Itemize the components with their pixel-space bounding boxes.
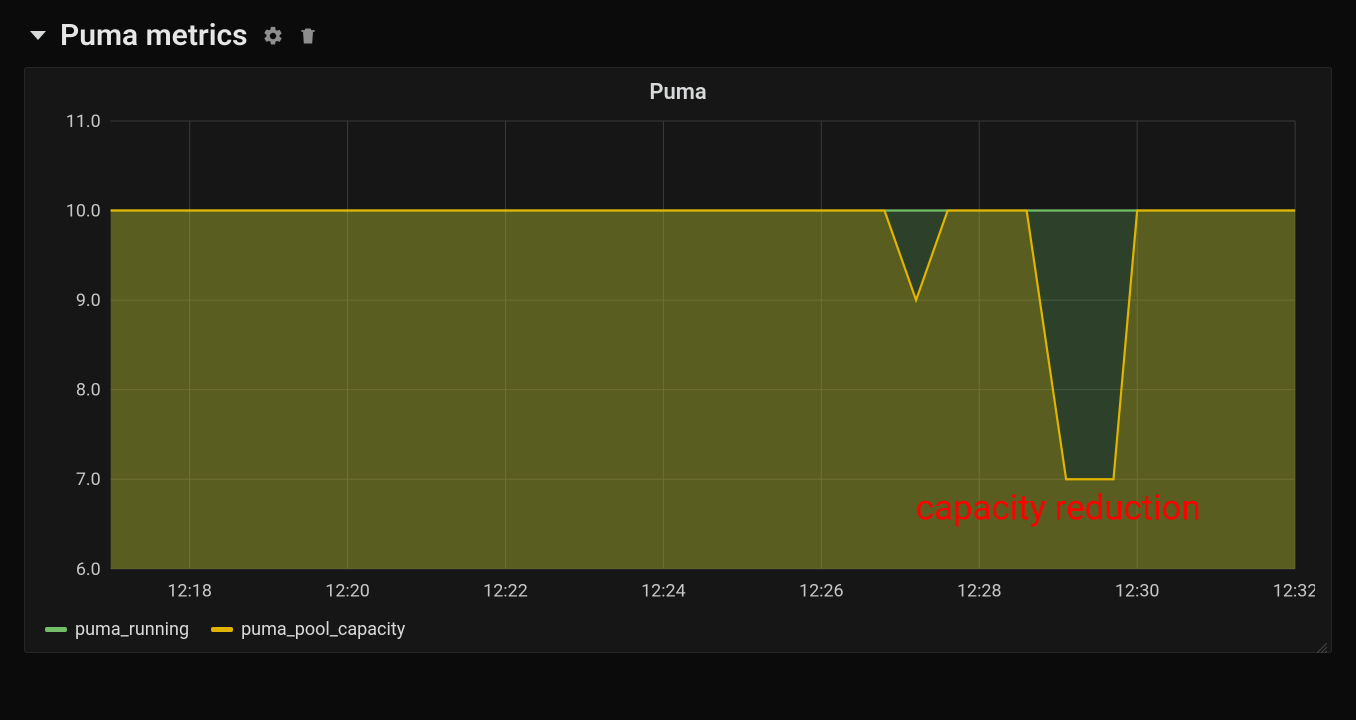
svg-text:11.0: 11.0 (66, 111, 101, 132)
chart-area[interactable]: 6.0 7.0 8.0 9.0 10.0 11.0 12:18 12:20 12:22 12:24… (41, 111, 1315, 609)
legend-label: puma_pool_capacity (241, 619, 405, 640)
svg-text:6.0: 6.0 (76, 559, 101, 580)
legend-item-puma-running[interactable]: puma_running (45, 619, 189, 640)
svg-text:12:26: 12:26 (799, 581, 844, 602)
gear-icon[interactable] (262, 25, 284, 47)
chart-panel: Puma 6.0 7.0 8.0 9.0 10.0 11.0 12:18 12:20 12:22… (24, 67, 1332, 653)
svg-text:12:18: 12:18 (167, 581, 212, 602)
svg-text:12:30: 12:30 (1115, 581, 1160, 602)
chevron-down-icon[interactable] (30, 31, 46, 40)
svg-text:capacity reduction: capacity reduction (916, 488, 1201, 529)
svg-text:7.0: 7.0 (76, 469, 101, 490)
legend: puma_running puma_pool_capacity (41, 609, 1315, 644)
chart-title: Puma (41, 80, 1315, 105)
legend-label: puma_running (75, 619, 189, 640)
svg-text:10.0: 10.0 (66, 201, 101, 222)
svg-text:12:22: 12:22 (483, 581, 528, 602)
svg-text:12:20: 12:20 (325, 581, 370, 602)
legend-swatch (45, 627, 67, 632)
svg-text:12:32: 12:32 (1273, 581, 1315, 602)
chart-svg[interactable]: 6.0 7.0 8.0 9.0 10.0 11.0 12:18 12:20 12:22 12:24… (41, 111, 1315, 609)
legend-swatch (211, 627, 233, 632)
panel-header: Puma metrics (0, 0, 1356, 67)
resize-handle-icon[interactable] (1317, 638, 1327, 648)
svg-text:12:24: 12:24 (641, 581, 686, 602)
svg-text:12:28: 12:28 (957, 581, 1002, 602)
svg-text:8.0: 8.0 (76, 380, 101, 401)
trash-icon[interactable] (298, 25, 318, 47)
svg-text:9.0: 9.0 (76, 290, 101, 311)
legend-item-puma-pool-capacity[interactable]: puma_pool_capacity (211, 619, 405, 640)
panel-title: Puma metrics (60, 18, 248, 53)
